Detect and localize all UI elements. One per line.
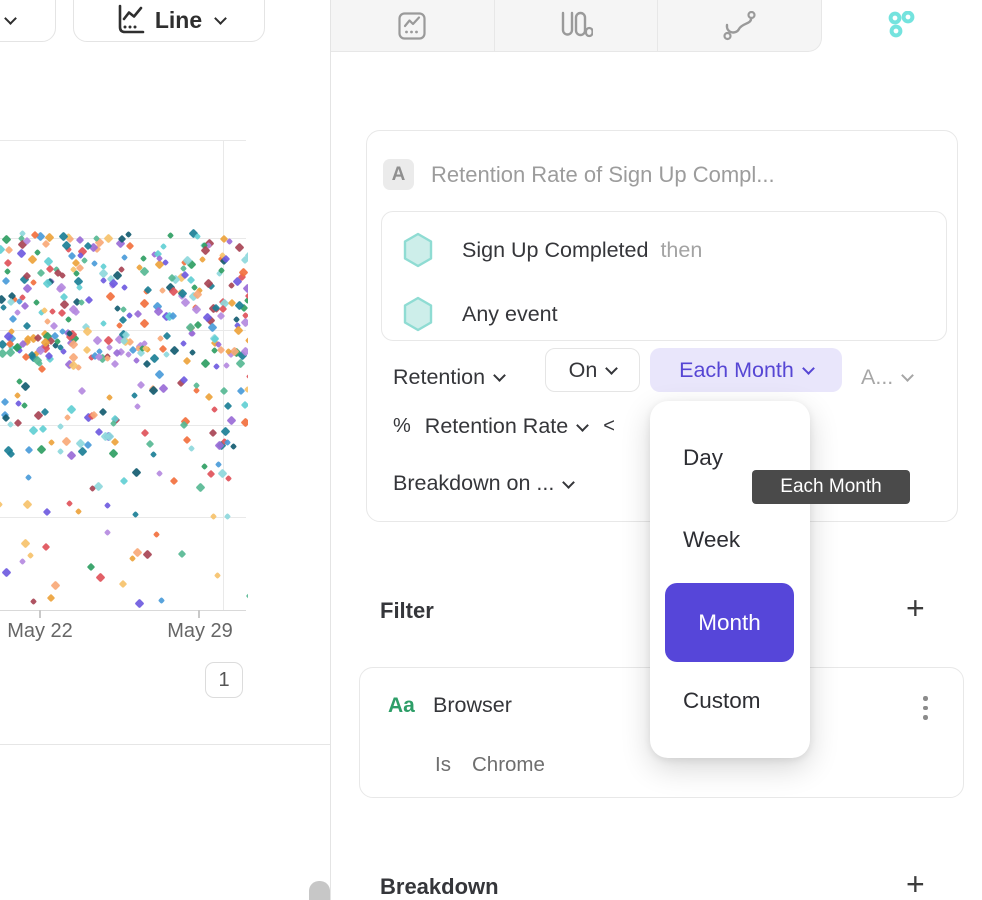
interval-unit-dropdown[interactable]: Each Month xyxy=(650,348,842,392)
percent-icon: % xyxy=(393,415,411,438)
filter-operator[interactable]: Is xyxy=(435,753,451,777)
event-hexagon-icon xyxy=(402,232,434,268)
event-row-second[interactable]: Any event xyxy=(402,296,558,332)
chevron-down-icon xyxy=(802,362,815,375)
menu-item-custom[interactable]: Custom xyxy=(683,688,761,714)
menu-item-month-label: Month xyxy=(698,610,761,636)
horizontal-divider xyxy=(0,744,330,745)
add-filter-button[interactable]: + xyxy=(906,596,925,620)
event-name[interactable]: Any event xyxy=(462,302,558,327)
breakdown-section-heading: Breakdown xyxy=(380,874,499,900)
series-letter-badge: A xyxy=(383,159,414,190)
menu-item-day[interactable]: Day xyxy=(683,445,723,471)
tab-insights[interactable] xyxy=(331,0,495,51)
tooltip-text: Each Month xyxy=(780,476,881,498)
tab-funnels[interactable] xyxy=(495,0,659,51)
events-group-card: Sign Up Completed then Any event xyxy=(381,211,947,341)
breakdown-on-dropdown[interactable]: Breakdown on ... xyxy=(393,471,573,496)
clipped-dropdown-button[interactable] xyxy=(0,0,56,42)
chart-type-label: Line xyxy=(155,7,202,34)
tab-flows[interactable] xyxy=(658,0,821,51)
query-builder-panel: A Retention Rate of Sign Up Compl... Sig… xyxy=(330,0,982,900)
account-dropdown[interactable]: A... xyxy=(861,355,912,399)
x-axis-label: May 22 xyxy=(0,620,85,643)
event-suffix: then xyxy=(660,238,702,263)
line-chart-icon xyxy=(113,4,145,36)
retention-type-dropdown[interactable]: Retention xyxy=(393,355,504,399)
filter-property-name[interactable]: Browser xyxy=(433,693,512,718)
scatter-points xyxy=(0,140,248,612)
kebab-menu-icon[interactable] xyxy=(923,696,928,720)
retention-dots-icon xyxy=(887,11,919,41)
menu-item-week[interactable]: Week xyxy=(683,527,740,553)
app-window: Line May 22 May 29 1 xyxy=(0,0,982,900)
report-tab-bar xyxy=(331,0,822,52)
chevron-down-icon xyxy=(562,476,575,489)
on-label: On xyxy=(569,358,598,383)
chevron-down-icon xyxy=(4,12,17,25)
metric-dropdown[interactable]: Retention Rate xyxy=(425,414,568,439)
account-label: A... xyxy=(861,365,893,390)
event-row-first[interactable]: Sign Up Completed then xyxy=(402,232,702,268)
retention-type-label: Retention xyxy=(393,365,485,390)
each-month-tooltip: Each Month xyxy=(752,470,910,504)
menu-item-month-selected[interactable]: Month xyxy=(665,583,794,662)
chevron-down-icon xyxy=(493,369,506,382)
chevron-down-icon xyxy=(901,369,914,382)
x-axis-label: May 29 xyxy=(155,620,245,643)
add-breakdown-button[interactable]: + xyxy=(906,872,925,896)
bars-icon xyxy=(559,11,593,41)
scrollbar-thumb[interactable] xyxy=(309,881,330,900)
chart-type-line-button[interactable]: Line xyxy=(73,0,265,42)
filter-section-heading: Filter xyxy=(380,598,434,624)
chevron-down-icon xyxy=(576,419,589,432)
event-name[interactable]: Sign Up Completed xyxy=(462,238,648,263)
chart-panel: Line May 22 May 29 1 xyxy=(0,0,330,900)
interval-unit-label: Each Month xyxy=(679,358,794,383)
insights-chart-icon xyxy=(397,11,427,41)
interval-dropdown-menu: Day Week Month Custom xyxy=(650,401,810,758)
metric-row: % Retention Rate < xyxy=(393,414,615,439)
pagination-badge[interactable]: 1 xyxy=(205,662,243,698)
chevron-down-icon xyxy=(214,12,227,25)
filter-value[interactable]: Chrome xyxy=(472,753,545,777)
less-than-symbol: < xyxy=(603,415,615,438)
breakdown-on-label: Breakdown on ... xyxy=(393,471,554,496)
flow-icon xyxy=(723,11,757,41)
on-dropdown[interactable]: On xyxy=(545,348,640,392)
string-property-icon: Aa xyxy=(388,694,415,718)
query-title[interactable]: Retention Rate of Sign Up Compl... xyxy=(431,162,775,188)
tab-retention-active[interactable] xyxy=(822,0,982,52)
chevron-down-icon xyxy=(605,362,618,375)
event-hexagon-icon xyxy=(402,296,434,332)
